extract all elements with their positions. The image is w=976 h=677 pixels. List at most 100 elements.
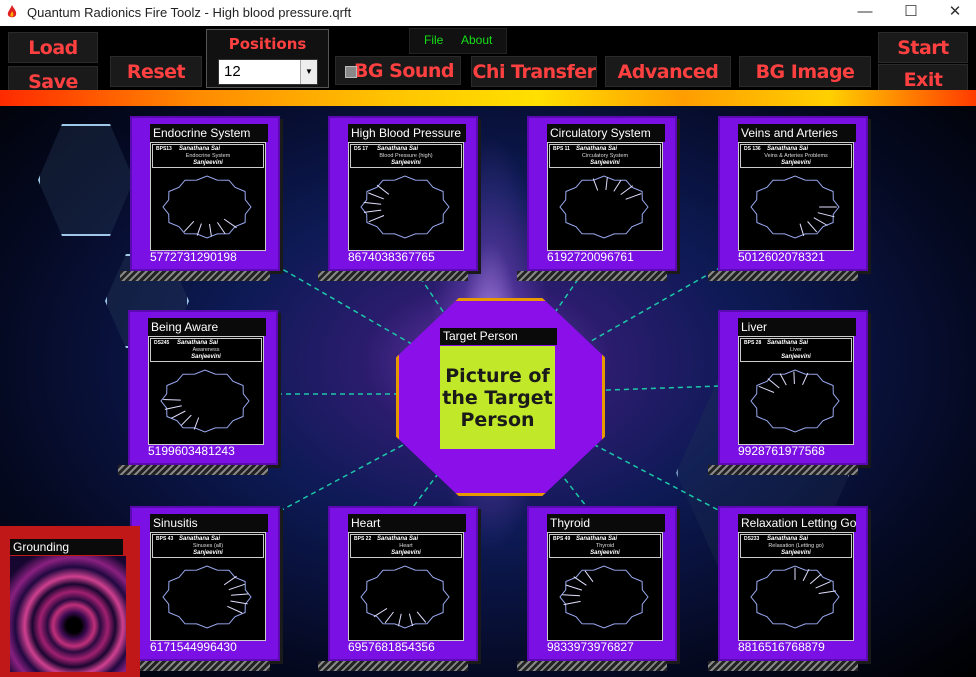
panel-hatch-decor (708, 271, 858, 281)
rate-sai: Sanathana Sai (179, 146, 221, 152)
rate-sai: Sanathana Sai (767, 146, 809, 152)
rate-name: Blood Pressure (high) (379, 153, 433, 159)
rate-code: BPS13 (156, 146, 172, 152)
rate-card: BPS 49 Sanathana Sai Thyroid Sanjeevini (547, 532, 663, 641)
rate-card: BPS 28 Sanathana Sai Liver Sanjeevini (738, 336, 854, 445)
rate-sai: Sanathana Sai (576, 146, 618, 152)
title-bar: Quantum Radionics Fire Toolz - High bloo… (0, 0, 976, 26)
rate-sanjeevini: Sanjeevini (781, 550, 811, 556)
bg-image-button[interactable]: BG Image (739, 56, 871, 87)
rate-star-diagram (559, 565, 649, 629)
rate-panel[interactable]: Heart BPS 22 Sanathana Sai Heart Sanjeevini 6… (318, 506, 478, 671)
panel-number: 8816516768879 (738, 640, 825, 654)
rate-code: DS 17 (354, 146, 368, 152)
panel-title: Circulatory System (547, 124, 665, 142)
rate-card-header: BPS 49 Sanathana Sai Thyroid Sanjeevini (549, 534, 661, 558)
panel-number: 6171544996430 (150, 640, 237, 654)
rate-panel[interactable]: Thyroid BPS 49 Sanathana Sai Thyroid Sanjeev… (517, 506, 677, 671)
rate-card-header: BPS 43 Sanathana Sai Sinuses (all) Sanjeevi… (152, 534, 264, 558)
rate-panel[interactable]: Veins and Arteries DS 136 Sanathana Sai Vei… (708, 116, 868, 281)
rate-name: Veins & Arteries Problems (764, 153, 828, 159)
rate-card: DS233 Sanathana Sai Relaxation (Letting go… (738, 532, 854, 641)
load-button[interactable]: Load (8, 32, 98, 63)
rate-star-diagram (160, 369, 250, 433)
menu-bar: File About (409, 28, 507, 54)
panel-hatch-decor (318, 661, 468, 671)
rate-code: BPS 11 (553, 146, 570, 152)
rate-sai: Sanathana Sai (179, 536, 221, 542)
rate-sanjeevini: Sanjeevini (193, 160, 223, 166)
panel-hatch-decor (120, 661, 270, 671)
rate-panel[interactable]: High Blood Pressure DS 17 Sanathana Sai Blo… (318, 116, 478, 281)
rate-panel[interactable]: Endocrine System BPS13 Sanathana Sai Endocr… (120, 116, 280, 281)
rate-star-diagram (162, 565, 252, 629)
rate-sanjeevini: Sanjeevini (391, 550, 421, 556)
maximize-button[interactable]: ☐ (888, 0, 934, 26)
panel-title: Liver (738, 318, 856, 336)
chevron-down-icon[interactable]: ▼ (300, 60, 317, 84)
rate-card: DS 136 Sanathana Sai Veins & Arteries Prob… (738, 142, 854, 251)
panel-title: Veins and Arteries (738, 124, 856, 142)
rate-sanjeevini: Sanjeevini (193, 550, 223, 556)
panel-hatch-decor (120, 271, 270, 281)
rate-panel[interactable]: Circulatory System BPS 11 Sanathana Sai Cir… (517, 116, 677, 281)
rate-card-header: BPS13 Sanathana Sai Endocrine System Sanjee… (152, 144, 264, 168)
panel-number: 9928761977568 (738, 444, 825, 458)
rate-sanjeevini: Sanjeevini (590, 160, 620, 166)
panel-hatch-decor (517, 661, 667, 671)
menu-about[interactable]: About (461, 33, 492, 47)
chi-transfer-button[interactable]: Chi Transfer (471, 56, 597, 87)
rate-name: Relaxation (Letting go) (768, 543, 824, 549)
rate-star-diagram (559, 175, 649, 239)
rate-card: BPS13 Sanathana Sai Endocrine System Sanjee… (150, 142, 266, 251)
advanced-button[interactable]: Advanced (605, 56, 731, 87)
rate-star-diagram (750, 369, 840, 433)
panel-hatch-decor (318, 271, 468, 281)
rate-name: Awareness (192, 347, 220, 353)
rate-star-diagram (750, 175, 840, 239)
panel-hatch-decor (708, 661, 858, 671)
panel-number: 9833973976827 (547, 640, 634, 654)
rate-sanjeevini: Sanjeevini (590, 550, 620, 556)
panel-title: Being Aware (148, 318, 266, 336)
workspace: Target Person Picture of the Target Pers… (0, 106, 976, 677)
start-button[interactable]: Start (878, 32, 968, 63)
minimize-button[interactable]: — (842, 0, 888, 26)
panel-number: 5012602078321 (738, 250, 825, 264)
rate-card: DS 17 Sanathana Sai Blood Pressure (high) S… (348, 142, 464, 251)
panel-title: High Blood Pressure (348, 124, 466, 142)
bg-sound-checkbox[interactable] (345, 66, 357, 78)
grounding-vortex-image[interactable] (10, 556, 126, 672)
panel-number: 6957681854356 (348, 640, 435, 654)
reset-button[interactable]: Reset (110, 56, 202, 87)
rate-sai: Sanathana Sai (377, 146, 419, 152)
panel-hatch-decor (118, 465, 268, 475)
rate-name: Heart (399, 543, 413, 549)
rate-card-header: DS 17 Sanathana Sai Blood Pressure (high) S… (350, 144, 462, 168)
rate-card: BPS 11 Sanathana Sai Circulatory System San… (547, 142, 663, 251)
rate-code: DS233 (744, 536, 760, 542)
panel-number: 5199603481243 (148, 444, 235, 458)
rate-card-header: DS233 Sanathana Sai Relaxation (Letting go… (740, 534, 852, 558)
panel-title: Thyroid (547, 514, 665, 532)
rate-card-header: BPS 22 Sanathana Sai Heart Sanjeevini (350, 534, 462, 558)
positions-select[interactable]: 12 ▼ (218, 59, 318, 85)
panel-hatch-decor (708, 465, 858, 475)
panel-number: 8674038367765 (348, 250, 435, 264)
rate-panel[interactable]: Relaxation Letting Go DS233 Sanathana Sai R… (708, 506, 868, 671)
rate-sai: Sanathana Sai (767, 536, 809, 542)
rate-sanjeevini: Sanjeevini (781, 354, 811, 360)
rate-panel[interactable]: Sinusitis BPS 43 Sanathana Sai Sinuses (all… (120, 506, 280, 671)
target-picture[interactable]: Picture of the Target Person (440, 346, 555, 449)
rate-name: Sinuses (all) (192, 543, 224, 549)
window-title: Quantum Radionics Fire Toolz - High bloo… (27, 5, 352, 20)
menu-file[interactable]: File (424, 33, 443, 47)
rate-code: BPS 49 (553, 536, 571, 542)
rate-name: Circulatory System (581, 153, 629, 159)
rate-card-header: DS 136 Sanathana Sai Veins & Arteries Prob… (740, 144, 852, 168)
rate-panel[interactable]: Being Aware DS245 Sanathana Sai Awareness Sa… (118, 310, 278, 475)
close-button[interactable]: ✕ (932, 0, 976, 26)
rate-panel[interactable]: Liver BPS 28 Sanathana Sai Liver Sanjeevini 9… (708, 310, 868, 475)
panel-title: Heart (348, 514, 466, 532)
rate-card: BPS 43 Sanathana Sai Sinuses (all) Sanjeevi… (150, 532, 266, 641)
